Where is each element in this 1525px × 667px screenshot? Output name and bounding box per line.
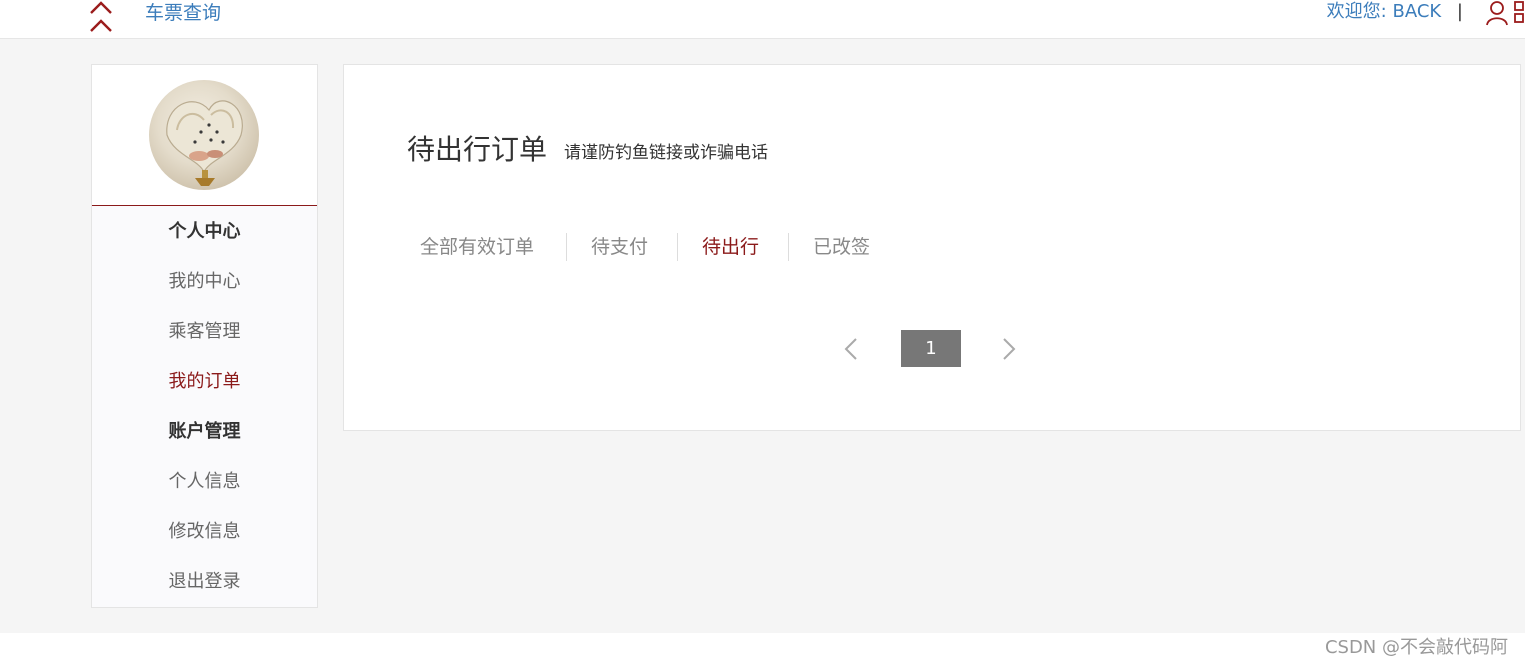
header-separator: | bbox=[1456, 1, 1463, 22]
tab-divider bbox=[788, 233, 789, 261]
sidebar: 个人中心 我的中心 乘客管理 我的订单 账户管理 个人信息 修改信息 退出登录 bbox=[91, 64, 318, 608]
watermark-text: CSDN @不会敲代码阿 bbox=[1324, 637, 1508, 658]
nav-ticket-search-link[interactable]: 车票查询 bbox=[145, 1, 221, 25]
tab-pending-payment[interactable]: 待支付 bbox=[591, 231, 648, 263]
tab-pending-travel[interactable]: 待出行 bbox=[702, 231, 759, 263]
welcome-label: 欢迎您: bbox=[1326, 1, 1387, 22]
welcome-area: 欢迎您: BACK | bbox=[1327, 1, 1463, 23]
avatar[interactable] bbox=[149, 80, 259, 190]
sidebar-item-passenger-management[interactable]: 乘客管理 bbox=[92, 320, 317, 344]
avatar-image bbox=[166, 100, 243, 186]
sidebar-heading-account-management: 账户管理 bbox=[168, 421, 241, 442]
tab-divider bbox=[566, 233, 567, 261]
sidebar-item-edit-info[interactable]: 修改信息 bbox=[92, 520, 317, 544]
pagination-current-page[interactable]: 1 bbox=[901, 330, 961, 367]
sidebar-heading-personal-center: 个人中心 bbox=[168, 221, 241, 242]
qr-icon[interactable] bbox=[1513, 0, 1525, 26]
sidebar-item-my-center[interactable]: 我的中心 bbox=[92, 270, 317, 294]
avatar-section bbox=[92, 65, 317, 206]
sidebar-item-logout[interactable]: 退出登录 bbox=[92, 570, 317, 594]
page-title: 待出行订单 bbox=[407, 133, 548, 166]
chevron-right-icon[interactable] bbox=[1002, 337, 1016, 361]
tab-changed[interactable]: 已改签 bbox=[813, 231, 870, 263]
user-icon[interactable] bbox=[1486, 0, 1508, 26]
orders-card: 待出行订单 请谨防钓鱼链接或诈骗电话 全部有效订单 待支付 待出行 已改签 1 bbox=[343, 64, 1521, 431]
chevron-left-icon[interactable] bbox=[844, 337, 858, 361]
sidebar-item-personal-info[interactable]: 个人信息 bbox=[92, 470, 317, 494]
tab-all-valid-orders[interactable]: 全部有效订单 bbox=[420, 231, 534, 263]
top-bar: 车票查询 欢迎您: BACK | bbox=[0, 0, 1525, 39]
username-link[interactable]: BACK bbox=[1392, 1, 1441, 22]
chevron-up-icon[interactable] bbox=[89, 0, 113, 36]
page-subtitle: 请谨防钓鱼链接或诈骗电话 bbox=[564, 143, 768, 163]
sidebar-item-my-orders[interactable]: 我的订单 bbox=[92, 370, 317, 394]
tab-divider bbox=[677, 233, 678, 261]
